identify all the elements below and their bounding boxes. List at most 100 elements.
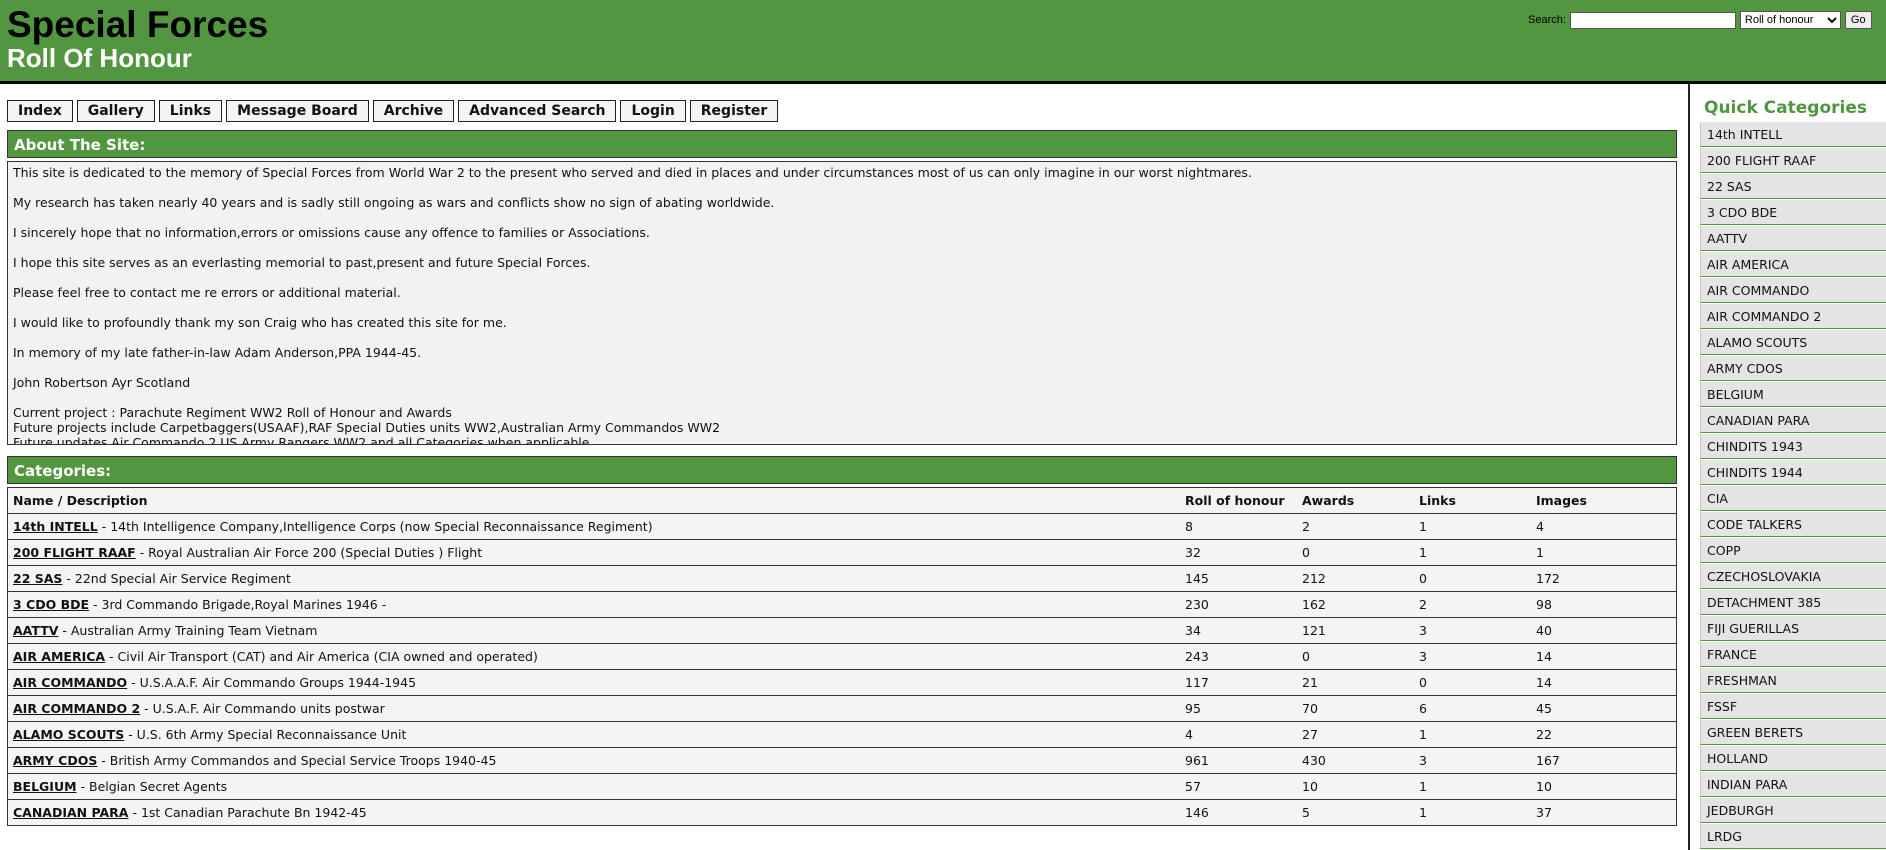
future-updates: Future updates Air Commando 2,US Army Ra… — [13, 435, 594, 445]
quick-category-item[interactable]: CZECHOSLOVAKIA — [1700, 564, 1886, 589]
search-type-select[interactable]: Roll of honour — [1739, 11, 1841, 29]
nav-index[interactable]: Index — [7, 100, 73, 122]
links-count: 1 — [1414, 513, 1531, 540]
quick-category-item[interactable]: FRESHMAN — [1700, 668, 1886, 693]
links-count: 1 — [1414, 721, 1531, 748]
category-link[interactable]: 14th INTELL — [13, 519, 98, 534]
category-cell: AIR AMERICA - Civil Air Transport (CAT) … — [7, 643, 1180, 670]
quick-category-item[interactable]: BELGIUM — [1700, 382, 1886, 407]
quick-category-item[interactable]: FRANCE — [1700, 642, 1886, 667]
category-link[interactable]: ALAMO SCOUTS — [13, 727, 124, 742]
table-row: AATTV - Australian Army Training Team Vi… — [7, 617, 1677, 644]
quick-category-item[interactable]: LRDG — [1700, 824, 1886, 849]
category-cell: BELGIUM - Belgian Secret Agents — [7, 773, 1180, 800]
project-notes: Current project : Parachute Regiment WW2… — [13, 405, 1671, 445]
categories-table: Name / Description Roll of honour Awards… — [7, 487, 1677, 826]
category-link[interactable]: AIR AMERICA — [13, 649, 105, 664]
category-cell: AIR COMMANDO - U.S.A.A.F. Air Commando G… — [7, 669, 1180, 696]
quick-category-item[interactable]: 14th INTELL — [1700, 122, 1886, 147]
category-link[interactable]: CANADIAN PARA — [13, 805, 129, 820]
roll-count: 243 — [1180, 643, 1297, 670]
category-description: - Civil Air Transport (CAT) and Air Amer… — [105, 649, 538, 664]
category-description: - 1st Canadian Parachute Bn 1942-45 — [128, 805, 367, 820]
category-description: - 22nd Special Air Service Regiment — [62, 571, 291, 586]
categories-heading: Categories: — [7, 456, 1677, 484]
category-cell: 22 SAS - 22nd Special Air Service Regime… — [7, 565, 1180, 592]
go-button[interactable]: Go — [1844, 11, 1872, 29]
table-row: 14th INTELL - 14th Intelligence Company,… — [7, 513, 1677, 540]
category-link[interactable]: AIR COMMANDO — [13, 675, 127, 690]
category-link[interactable]: 200 FLIGHT RAAF — [13, 545, 136, 560]
quick-category-item[interactable]: ALAMO SCOUTS — [1700, 330, 1886, 355]
col-awards: Awards — [1297, 487, 1414, 514]
quick-category-item[interactable]: INDIAN PARA — [1700, 772, 1886, 797]
about-paragraph: John Robertson Ayr Scotland — [13, 375, 191, 390]
roll-count: 145 — [1180, 565, 1297, 592]
quick-category-item[interactable]: CIA — [1700, 486, 1886, 511]
quick-category-item[interactable]: COPP — [1700, 538, 1886, 563]
links-count: 2 — [1414, 591, 1531, 618]
category-link[interactable]: AIR COMMANDO 2 — [13, 701, 140, 716]
roll-count: 8 — [1180, 513, 1297, 540]
awards-count: 27 — [1297, 721, 1414, 748]
quick-category-item[interactable]: CHINDITS 1944 — [1700, 460, 1886, 485]
category-link[interactable]: ARMY CDOS — [13, 753, 97, 768]
nav-advanced-search[interactable]: Advanced Search — [458, 100, 617, 122]
roll-count: 32 — [1180, 539, 1297, 566]
nav-login[interactable]: Login — [620, 100, 686, 122]
images-count: 167 — [1531, 747, 1677, 774]
quick-category-item[interactable]: CODE TALKERS — [1700, 512, 1886, 537]
quick-category-item[interactable]: JEDBURGH — [1700, 798, 1886, 823]
quick-category-item[interactable]: ARMY CDOS — [1700, 356, 1886, 381]
quick-category-item[interactable]: AATTV — [1700, 226, 1886, 251]
about-paragraph: I would like to profoundly thank my son … — [13, 315, 507, 330]
category-cell: 14th INTELL - 14th Intelligence Company,… — [7, 513, 1180, 540]
category-description: - U.S. 6th Army Special Reconnaissance U… — [124, 727, 407, 742]
nav-archive[interactable]: Archive — [372, 100, 455, 122]
category-description: - British Army Commandos and Special Ser… — [97, 753, 497, 768]
images-count: 14 — [1531, 643, 1677, 670]
nav-message-board[interactable]: Message Board — [226, 100, 369, 122]
awards-count: 430 — [1297, 747, 1414, 774]
site-title: Special Forces — [7, 4, 269, 45]
links-count: 3 — [1414, 643, 1531, 670]
table-row: 22 SAS - 22nd Special Air Service Regime… — [7, 565, 1677, 592]
links-count: 1 — [1414, 799, 1531, 826]
quick-category-item[interactable]: HOLLAND — [1700, 746, 1886, 771]
categories-body: 14th INTELL - 14th Intelligence Company,… — [7, 513, 1677, 826]
about-paragraph: I hope this site serves as an everlastin… — [13, 255, 591, 270]
nav-register[interactable]: Register — [689, 100, 779, 122]
quick-category-item[interactable]: AIR COMMANDO 2 — [1700, 304, 1886, 329]
quick-category-item[interactable]: FIJI GUERILLAS — [1700, 616, 1886, 641]
quick-category-item[interactable]: 3 CDO BDE — [1700, 200, 1886, 225]
quick-category-item[interactable]: AIR AMERICA — [1700, 252, 1886, 277]
category-link[interactable]: AATTV — [13, 623, 58, 638]
category-cell: AIR COMMANDO 2 - U.S.A.F. Air Commando u… — [7, 695, 1180, 722]
quick-category-item[interactable]: 22 SAS — [1700, 174, 1886, 199]
links-count: 0 — [1414, 565, 1531, 592]
links-count: 1 — [1414, 773, 1531, 800]
about-paragraph: My research has taken nearly 40 years an… — [13, 195, 775, 210]
quick-categories-title: Quick Categories — [1704, 98, 1867, 118]
quick-category-item[interactable]: DETACHMENT 385 — [1700, 590, 1886, 615]
quick-category-item[interactable]: GREEN BERETS — [1700, 720, 1886, 745]
category-link[interactable]: 3 CDO BDE — [13, 597, 89, 612]
quick-category-item[interactable]: 200 FLIGHT RAAF — [1700, 148, 1886, 173]
category-link[interactable]: 22 SAS — [13, 571, 62, 586]
images-count: 10 — [1531, 773, 1677, 800]
nav-gallery[interactable]: Gallery — [76, 100, 155, 122]
col-name: Name / Description — [7, 487, 1180, 514]
quick-category-item[interactable]: CANADIAN PARA — [1700, 408, 1886, 433]
quick-categories-list: 14th INTELL 200 FLIGHT RAAF 22 SAS 3 CDO BD… — [1700, 122, 1886, 850]
about-paragraph: This site is dedicated to the memory of … — [13, 165, 1252, 180]
quick-category-item[interactable]: FSSF — [1700, 694, 1886, 719]
awards-count: 212 — [1297, 565, 1414, 592]
category-link[interactable]: BELGIUM — [13, 779, 77, 794]
links-count: 6 — [1414, 695, 1531, 722]
roll-count: 117 — [1180, 669, 1297, 696]
quick-category-item[interactable]: CHINDITS 1943 — [1700, 434, 1886, 459]
quick-category-item[interactable]: AIR COMMANDO — [1700, 278, 1886, 303]
search-input[interactable] — [1569, 11, 1736, 29]
awards-count: 10 — [1297, 773, 1414, 800]
nav-links[interactable]: Links — [158, 100, 223, 122]
